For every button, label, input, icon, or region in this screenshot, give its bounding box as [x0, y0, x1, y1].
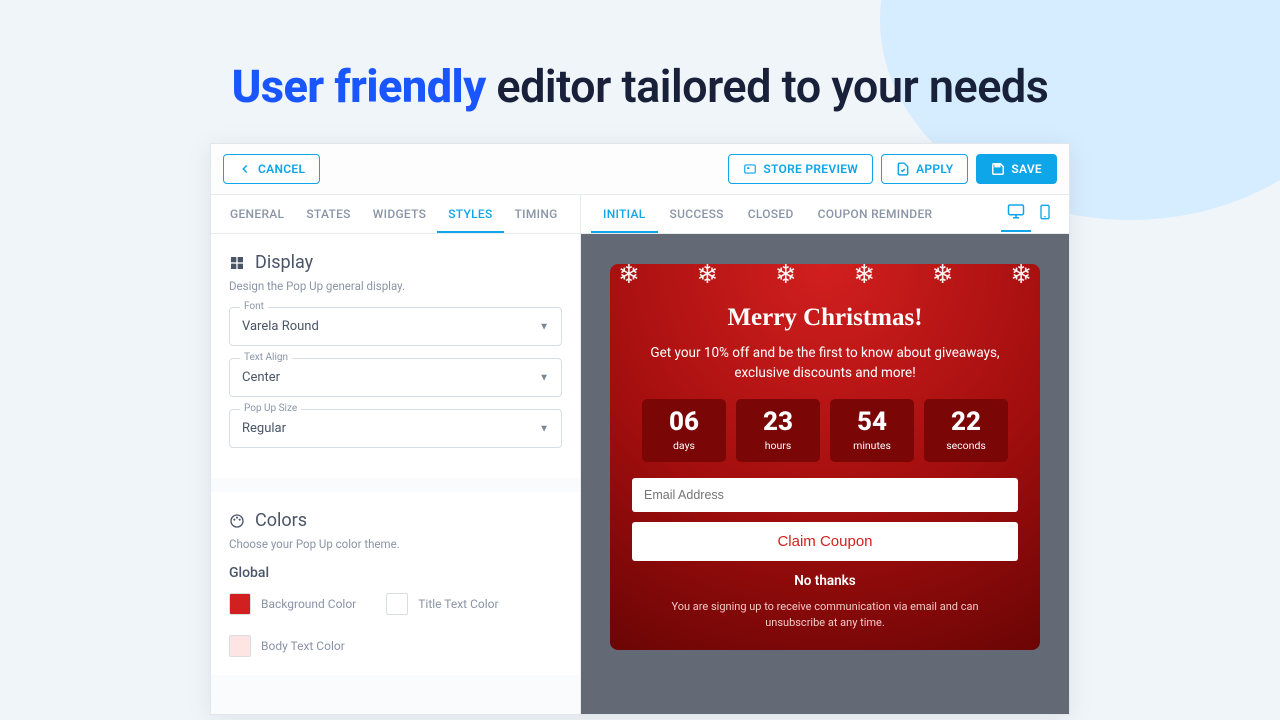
- countdown-label: hours: [736, 439, 820, 452]
- no-thanks-link[interactable]: No thanks: [632, 573, 1018, 589]
- field-pop-up-size[interactable]: Pop Up SizeRegular▼: [229, 409, 562, 448]
- countdown-label: minutes: [830, 439, 914, 452]
- cancel-label: CANCEL: [258, 162, 305, 176]
- color-background-color[interactable]: Background Color: [229, 593, 356, 615]
- countdown-number: 06: [642, 407, 726, 437]
- apply-button[interactable]: APPLY: [881, 154, 968, 184]
- arrow-left-icon: [238, 162, 252, 176]
- countdown-minutes: 54 minutes: [830, 399, 914, 462]
- field-label: Pop Up Size: [240, 403, 301, 414]
- mobile-icon: [1037, 203, 1053, 221]
- countdown-number: 23: [736, 407, 820, 437]
- color-label: Body Text Color: [261, 639, 345, 653]
- left-tab-timing[interactable]: TIMING: [504, 195, 569, 233]
- countdown-hours: 23 hours: [736, 399, 820, 462]
- field-value: Regular: [230, 410, 561, 447]
- store-preview-button[interactable]: STORE PREVIEW: [728, 154, 873, 184]
- desktop-icon: [1007, 202, 1025, 220]
- color-body-text-color[interactable]: Body Text Color: [229, 635, 345, 657]
- popup-disclaimer: You are signing up to receive communicat…: [632, 599, 1018, 630]
- color-swatch: [386, 593, 408, 615]
- popup-sub: Get your 10% off and be the first to kno…: [640, 344, 1010, 383]
- top-toolbar: CANCEL STORE PREVIEW APPLY SAVE: [211, 144, 1069, 195]
- countdown-label: seconds: [924, 439, 1008, 452]
- field-label: Text Align: [240, 352, 292, 363]
- apply-label: APPLY: [916, 162, 953, 176]
- color-label: Title Text Color: [418, 597, 498, 611]
- page-headline: User friendly editor tailored to your ne…: [0, 0, 1280, 143]
- dashboard-icon: [229, 255, 245, 271]
- cancel-button[interactable]: CANCEL: [223, 154, 320, 184]
- popup-preview: ❄❄❄❄❄❄ Merry Christmas! Get your 10% off…: [610, 264, 1040, 650]
- field-text-align[interactable]: Text AlignCenter▼: [229, 358, 562, 397]
- palette-icon: [229, 513, 245, 529]
- claim-coupon-button[interactable]: Claim Coupon: [632, 522, 1018, 561]
- email-input[interactable]: [632, 478, 1018, 512]
- color-swatch: [229, 635, 251, 657]
- right-tab-success[interactable]: SUCCESS: [658, 195, 736, 233]
- left-tab-general[interactable]: GENERAL: [219, 195, 295, 233]
- right-tab-closed[interactable]: CLOSED: [736, 195, 806, 233]
- left-panel: GENERALSTATESWIDGETSSTYLESTIMING Display…: [211, 195, 581, 714]
- right-tabs: INITIALSUCCESSCLOSEDCOUPON REMINDER: [581, 195, 1069, 234]
- left-scroll[interactable]: Display Design the Pop Up general displa…: [211, 234, 580, 714]
- field-label: Font: [240, 301, 268, 312]
- snowflake-decoration: ❄❄❄❄❄❄: [610, 264, 1040, 290]
- countdown-row: 06 days 23 hours 54 minutes 22 seconds: [632, 399, 1018, 462]
- apply-icon: [896, 162, 910, 176]
- save-icon: [991, 162, 1005, 176]
- color-title-text-color[interactable]: Title Text Color: [386, 593, 498, 615]
- left-tabs: GENERALSTATESWIDGETSSTYLESTIMING: [211, 195, 580, 234]
- headline-accent: User friendly: [232, 60, 486, 113]
- countdown-number: 54: [830, 407, 914, 437]
- field-value: Varela Round: [230, 308, 561, 345]
- editor-app: CANCEL STORE PREVIEW APPLY SAVE GENERALS…: [210, 143, 1070, 715]
- countdown-days: 06 days: [642, 399, 726, 462]
- headline-rest: editor tailored to your needs: [486, 60, 1049, 113]
- left-tab-states[interactable]: STATES: [295, 195, 361, 233]
- countdown-seconds: 22 seconds: [924, 399, 1008, 462]
- display-card: Display Design the Pop Up general displa…: [211, 234, 580, 478]
- left-tab-styles[interactable]: STYLES: [437, 195, 503, 233]
- right-tab-initial[interactable]: INITIAL: [591, 195, 658, 233]
- right-tab-coupon-reminder[interactable]: COUPON REMINDER: [806, 195, 945, 233]
- left-tab-widgets[interactable]: WIDGETS: [362, 195, 437, 233]
- popup-title: Merry Christmas!: [632, 304, 1018, 332]
- color-label: Background Color: [261, 597, 356, 611]
- save-label: SAVE: [1011, 162, 1042, 176]
- display-title: Display: [255, 252, 313, 273]
- store-preview-label: STORE PREVIEW: [763, 162, 858, 176]
- field-font[interactable]: FontVarela Round▼: [229, 307, 562, 346]
- colors-group: Global: [229, 565, 562, 581]
- desktop-view-button[interactable]: [1001, 196, 1031, 232]
- colors-card: Colors Choose your Pop Up color theme. G…: [211, 492, 580, 675]
- color-swatch: [229, 593, 251, 615]
- mobile-view-button[interactable]: [1031, 197, 1059, 231]
- field-value: Center: [230, 359, 561, 396]
- right-panel: INITIALSUCCESSCLOSEDCOUPON REMINDER ❄❄❄❄…: [581, 195, 1069, 714]
- preview-area: ❄❄❄❄❄❄ Merry Christmas! Get your 10% off…: [581, 234, 1069, 714]
- colors-sub: Choose your Pop Up color theme.: [229, 537, 562, 551]
- save-button[interactable]: SAVE: [976, 154, 1057, 184]
- countdown-number: 22: [924, 407, 1008, 437]
- display-sub: Design the Pop Up general display.: [229, 279, 562, 293]
- colors-title: Colors: [255, 510, 307, 531]
- store-icon: [743, 162, 757, 176]
- countdown-label: days: [642, 439, 726, 452]
